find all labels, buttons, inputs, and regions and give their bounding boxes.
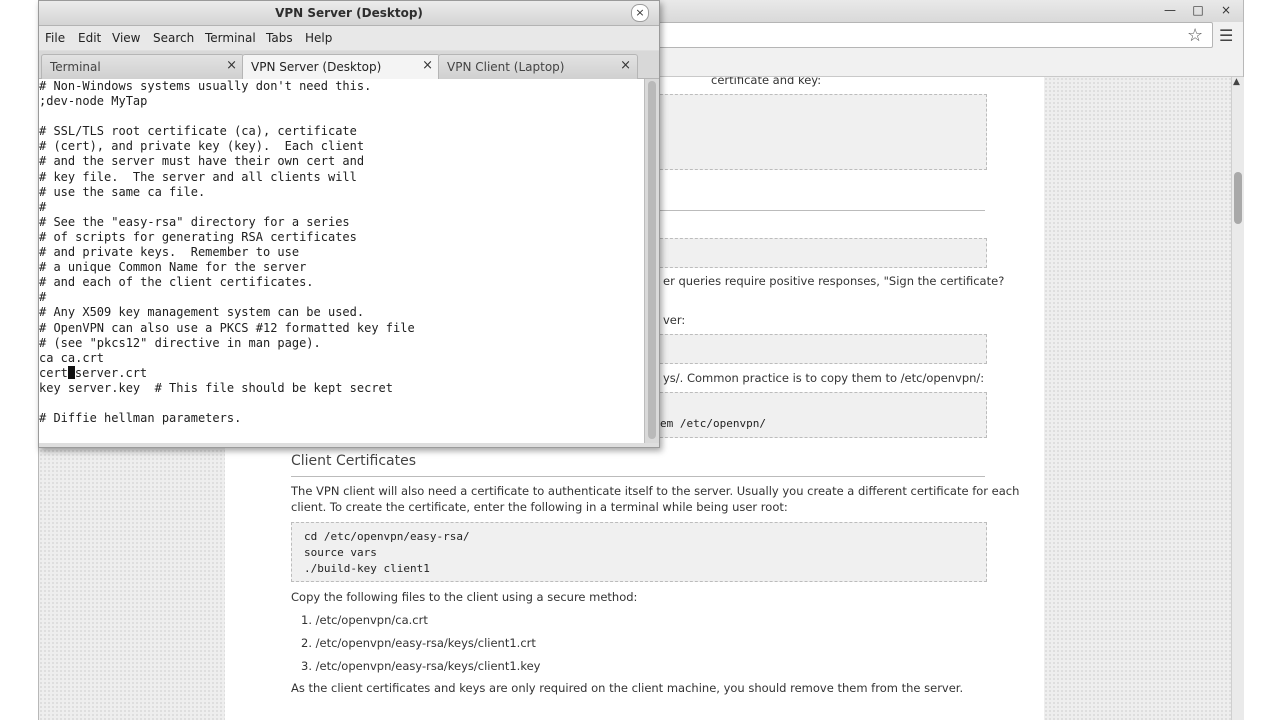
tab-label: VPN Client (Laptop)	[447, 60, 565, 74]
terminal-line: # and each of the client certificates.	[39, 275, 314, 290]
terminal-line: # Any X509 key management system can be …	[39, 305, 365, 320]
tab-label: Terminal	[50, 60, 101, 74]
paragraph: As the client certificates and keys are …	[291, 681, 964, 695]
menu-edit[interactable]: Edit	[78, 31, 101, 45]
doc-partial-text: ver:	[663, 313, 686, 327]
paragraph-line: The VPN client will also need a certific…	[291, 484, 1020, 498]
tab-close-icon[interactable]: ×	[620, 58, 631, 73]
close-icon[interactable]: ×	[1219, 3, 1233, 17]
text-cursor	[67, 365, 75, 379]
menu-file[interactable]: File	[45, 31, 65, 45]
terminal-line: # and private keys. Remember to use	[39, 245, 300, 260]
terminal-output[interactable]: # Non-Windows systems usually don't need…	[39, 79, 644, 443]
menu-tabs[interactable]: Tabs	[266, 31, 293, 45]
paragraph: Copy the following files to the client u…	[291, 590, 638, 604]
terminal-titlebar: VPN Server (Desktop) ×	[39, 1, 659, 26]
terminal-line: # use the same ca file.	[39, 184, 206, 199]
tab-vpn-client[interactable]: VPN Client (Laptop) ×	[438, 54, 638, 79]
maximize-icon[interactable]: □	[1191, 3, 1205, 17]
tab-terminal[interactable]: Terminal ×	[41, 54, 244, 79]
terminal-line: ca ca.crt	[39, 350, 105, 365]
url-bar[interactable]	[645, 22, 1213, 48]
list-item: 2. /etc/openvpn/easy-rsa/keys/client1.cr…	[301, 636, 536, 650]
terminal-line: # (cert), and private key (key). Each cl…	[39, 139, 365, 154]
terminal-line: # Non-Windows systems usually don't need…	[39, 79, 372, 93]
list-item: 1. /etc/openvpn/ca.crt	[301, 613, 428, 627]
paragraph-line: client. To create the certificate, enter…	[291, 500, 788, 514]
code-line: cd /etc/openvpn/easy-rsa/	[304, 530, 470, 543]
tab-label: VPN Server (Desktop)	[251, 60, 382, 74]
list-item: 3. /etc/openvpn/easy-rsa/keys/client1.ke…	[301, 659, 541, 673]
divider	[291, 476, 985, 477]
code-line: source vars	[304, 546, 377, 559]
bookmark-star-icon[interactable]: ☆	[1187, 25, 1203, 46]
browser-scrollbar[interactable]: ▲	[1231, 77, 1244, 720]
doc-partial-text: er queries require positive responses, "…	[663, 274, 1005, 288]
terminal-line: #	[39, 199, 47, 214]
menu-help[interactable]: Help	[305, 31, 332, 45]
terminal-line: # OpenVPN can also use a PKCS #12 format…	[39, 320, 415, 335]
terminal-line: # key file. The server and all clients w…	[39, 169, 357, 184]
page-right-margin	[1044, 77, 1231, 720]
terminal-menubar: File Edit View Search Terminal Tabs Help	[39, 26, 659, 50]
section-heading: Client Certificates	[291, 453, 416, 469]
terminal-line: # of scripts for generating RSA certific…	[39, 229, 357, 244]
scrollbar-thumb[interactable]	[1234, 172, 1242, 224]
terminal-tab-bar: Terminal × VPN Server (Desktop) × VPN Cl…	[39, 51, 659, 80]
window-title: VPN Server (Desktop)	[275, 6, 423, 20]
browser-window-controls: — □ ×	[1163, 3, 1233, 17]
terminal-window: VPN Server (Desktop) × File Edit View Se…	[38, 0, 660, 448]
terminal-line: # SSL/TLS root certificate (ca), certifi…	[39, 124, 357, 139]
terminal-scrollbar[interactable]	[644, 79, 659, 443]
scrollbar-thumb[interactable]	[648, 81, 656, 439]
terminal-line: ;dev-node MyTap	[39, 94, 148, 109]
menu-search[interactable]: Search	[153, 31, 194, 45]
tab-close-icon[interactable]: ×	[226, 58, 237, 73]
terminal-line: # See the "easy-rsa" directory for a ser…	[39, 214, 350, 229]
terminal-line: # and the server must have their own cer…	[39, 154, 365, 169]
terminal-line: # (see "pkcs12" directive in man page).	[39, 335, 321, 350]
terminal-line: cert server.crt	[39, 365, 415, 381]
window-close-icon[interactable]: ×	[631, 4, 649, 22]
menu-terminal[interactable]: Terminal	[205, 31, 256, 45]
menu-view[interactable]: View	[112, 31, 140, 45]
tab-vpn-server[interactable]: VPN Server (Desktop) ×	[242, 54, 440, 80]
code-line: em /etc/openvpn/	[660, 417, 766, 430]
doc-partial-text: ys/. Common practice is to copy them to …	[663, 371, 985, 385]
code-block: cd /etc/openvpn/easy-rsa/ source vars ./…	[291, 522, 987, 582]
terminal-text: server.crt	[74, 365, 148, 380]
menu-icon[interactable]: ☰	[1219, 26, 1233, 45]
terminal-text: cert	[39, 365, 68, 380]
doc-partial-text: certificate and key:	[711, 77, 822, 87]
scroll-up-icon[interactable]: ▲	[1233, 77, 1240, 87]
tab-close-icon[interactable]: ×	[422, 58, 433, 73]
code-line: ./build-key client1	[304, 562, 430, 575]
terminal-lines: # Non-Windows systems usually don't need…	[39, 79, 415, 426]
terminal-line: # a unique Common Name for the server	[39, 260, 307, 275]
minimize-icon[interactable]: —	[1163, 3, 1177, 17]
terminal-line: #	[39, 290, 47, 305]
terminal-line: key server.key # This file should be kep…	[39, 380, 394, 395]
terminal-line: # Diffie hellman parameters.	[39, 411, 242, 426]
